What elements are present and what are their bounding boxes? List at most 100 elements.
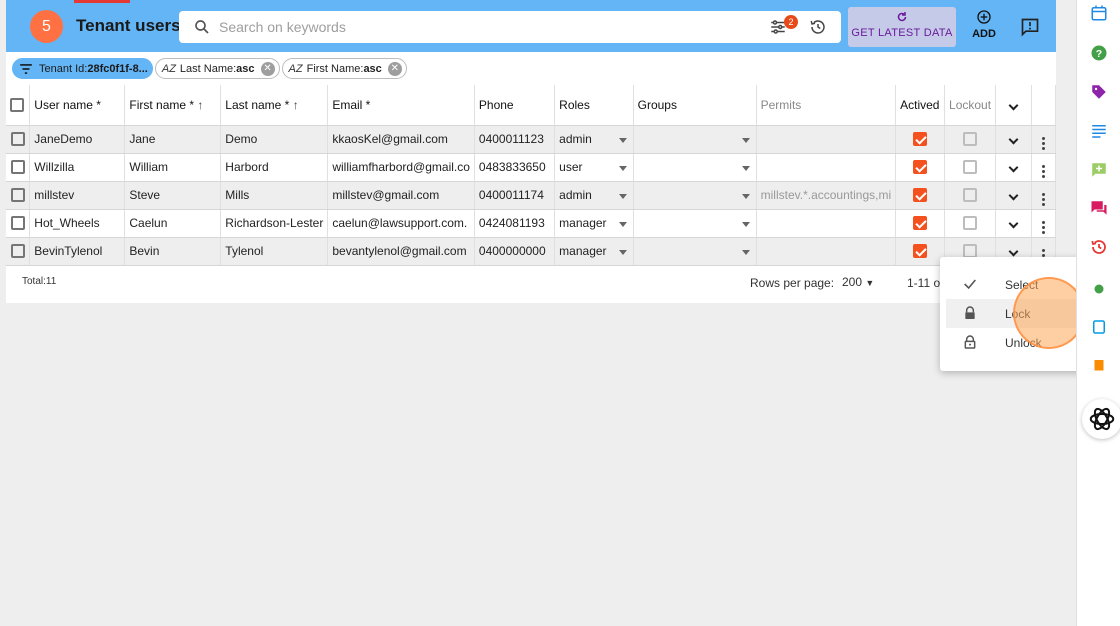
cell-role-select[interactable]: admin — [554, 125, 634, 154]
col-permits[interactable]: Permits — [756, 85, 897, 126]
chip-first-name-sort[interactable]: AZ First Name: asc ✕ — [281, 58, 407, 79]
table-row[interactable]: Willzilla William Harbord williamfharbord@g… — [6, 153, 1057, 182]
rows-per-page-select[interactable]: 200 ▼ — [842, 275, 874, 289]
cell-group-select[interactable] — [633, 237, 757, 266]
cell-actions[interactable] — [1031, 209, 1057, 238]
cell-username: Hot_Wheels — [29, 209, 126, 238]
row-checkbox-cell[interactable] — [6, 181, 31, 210]
remove-chip-icon[interactable]: ✕ — [387, 61, 402, 76]
chat-icon[interactable] — [1090, 199, 1108, 222]
cell-last-name: Tylenol — [220, 237, 329, 266]
col-phone[interactable]: Phone — [474, 85, 556, 126]
cell-expand[interactable] — [995, 125, 1032, 154]
row-checkbox[interactable] — [10, 244, 25, 259]
cell-lockout[interactable] — [944, 181, 997, 210]
cell-lockout[interactable] — [944, 125, 997, 154]
chevron-down-icon[interactable] — [1008, 162, 1019, 173]
row-checkbox-cell[interactable] — [6, 209, 31, 238]
more-vert-icon[interactable] — [1041, 192, 1045, 206]
cell-expand[interactable] — [995, 153, 1032, 182]
history-icon[interactable] — [809, 18, 827, 41]
cell-actived[interactable] — [895, 209, 946, 238]
col-username[interactable]: User name * — [29, 85, 126, 126]
more-vert-icon[interactable] — [1041, 164, 1045, 178]
orange-app-icon[interactable] — [1090, 357, 1108, 380]
more-vert-icon[interactable] — [1041, 136, 1045, 150]
cell-expand[interactable] — [995, 209, 1032, 238]
cell-group-select[interactable] — [633, 125, 757, 154]
feedback-icon[interactable] — [1020, 17, 1040, 42]
green-app-icon[interactable] — [1090, 280, 1108, 303]
chip-last-name-sort[interactable]: AZ Last Name: asc ✕ — [154, 58, 280, 79]
lockout-checkbox[interactable] — [963, 216, 978, 231]
col-last-name[interactable]: Last name * ↑ — [220, 85, 329, 126]
cell-actions[interactable] — [1031, 125, 1057, 154]
cell-role-select[interactable]: manager — [554, 209, 634, 238]
cell-role-select[interactable]: manager — [554, 237, 634, 266]
lockout-checkbox[interactable] — [963, 188, 978, 203]
cell-actived[interactable] — [895, 181, 946, 210]
page-range: 1-11 o — [907, 276, 941, 290]
cell-group-select[interactable] — [633, 209, 757, 238]
table-row[interactable]: BevinTylenol Bevin Tylenol bevantylenol@gma… — [6, 237, 1057, 266]
remove-chip-icon[interactable]: ✕ — [260, 61, 275, 76]
chevron-down-icon[interactable] — [1008, 246, 1019, 257]
cell-role-select[interactable]: admin — [554, 181, 634, 210]
cell-actived[interactable] — [895, 153, 946, 182]
calendar-icon[interactable] — [1090, 4, 1108, 27]
table-row[interactable]: millstev Steve Mills millstev@gmail.com 0400… — [6, 181, 1057, 210]
add-button[interactable]: ADD — [972, 9, 996, 40]
col-first-name[interactable]: First name * ↑ — [124, 85, 222, 126]
help-icon[interactable]: ? — [1090, 44, 1108, 67]
chevron-down-icon[interactable] — [1008, 134, 1019, 145]
cell-role-select[interactable]: user — [554, 153, 634, 182]
cell-lockout[interactable] — [944, 209, 997, 238]
cell-group-select[interactable] — [633, 153, 757, 182]
cell-actions[interactable] — [1031, 153, 1057, 182]
tag-icon[interactable] — [1090, 83, 1108, 106]
row-checkbox-cell[interactable] — [6, 125, 31, 154]
cell-lockout[interactable] — [944, 153, 997, 182]
actived-checkbox[interactable] — [913, 244, 928, 259]
cell-actived[interactable] — [895, 237, 946, 266]
cell-actions[interactable] — [1031, 181, 1057, 210]
select-all-cell[interactable] — [6, 85, 31, 126]
chevron-down-icon[interactable] — [1008, 218, 1019, 229]
add-note-icon[interactable] — [1090, 161, 1108, 184]
actived-checkbox[interactable] — [913, 216, 928, 231]
table-row[interactable]: Hot_Wheels Caelun Richardson-Lester caelun@… — [6, 209, 1057, 238]
col-roles[interactable]: Roles — [554, 85, 634, 126]
actived-checkbox[interactable] — [913, 188, 928, 203]
row-checkbox[interactable] — [10, 160, 25, 175]
row-checkbox[interactable] — [10, 132, 25, 147]
actived-checkbox[interactable] — [913, 132, 928, 147]
col-email[interactable]: Email * — [327, 85, 475, 126]
more-vert-icon[interactable] — [1041, 220, 1045, 234]
col-groups[interactable]: Groups — [633, 85, 757, 126]
col-lockout[interactable]: Lockout — [944, 85, 997, 126]
row-checkbox-cell[interactable] — [6, 153, 31, 182]
chevron-down-icon[interactable] — [1008, 190, 1019, 201]
cell-actived[interactable] — [895, 125, 946, 154]
cell-permits — [756, 237, 897, 266]
cell-expand[interactable] — [995, 181, 1032, 210]
table-row[interactable]: JaneDemo Jane Demo kkaosKel@gmail.com 040001… — [6, 125, 1057, 154]
select-all-checkbox[interactable] — [10, 98, 24, 113]
get-latest-data-button[interactable]: GET LATEST DATA — [848, 7, 956, 47]
search-input[interactable] — [219, 17, 739, 37]
columns-menu-cell[interactable] — [995, 85, 1032, 126]
lockout-checkbox[interactable] — [963, 132, 978, 147]
notes-icon[interactable] — [1090, 122, 1108, 145]
col-actived[interactable]: Actived — [895, 85, 946, 126]
assistant-button[interactable] — [1082, 399, 1120, 439]
chip-tenant-id[interactable]: Tenant Id: 28fc0f1f-8... — [12, 58, 153, 79]
history-icon[interactable] — [1090, 238, 1108, 261]
cell-group-select[interactable] — [633, 181, 757, 210]
chevron-down-icon[interactable] — [1008, 100, 1019, 111]
row-checkbox[interactable] — [10, 188, 25, 203]
lockout-checkbox[interactable] — [963, 160, 978, 175]
row-checkbox-cell[interactable] — [6, 237, 31, 266]
teal-app-icon[interactable] — [1090, 318, 1108, 341]
actived-checkbox[interactable] — [913, 160, 928, 175]
row-checkbox[interactable] — [10, 216, 25, 231]
